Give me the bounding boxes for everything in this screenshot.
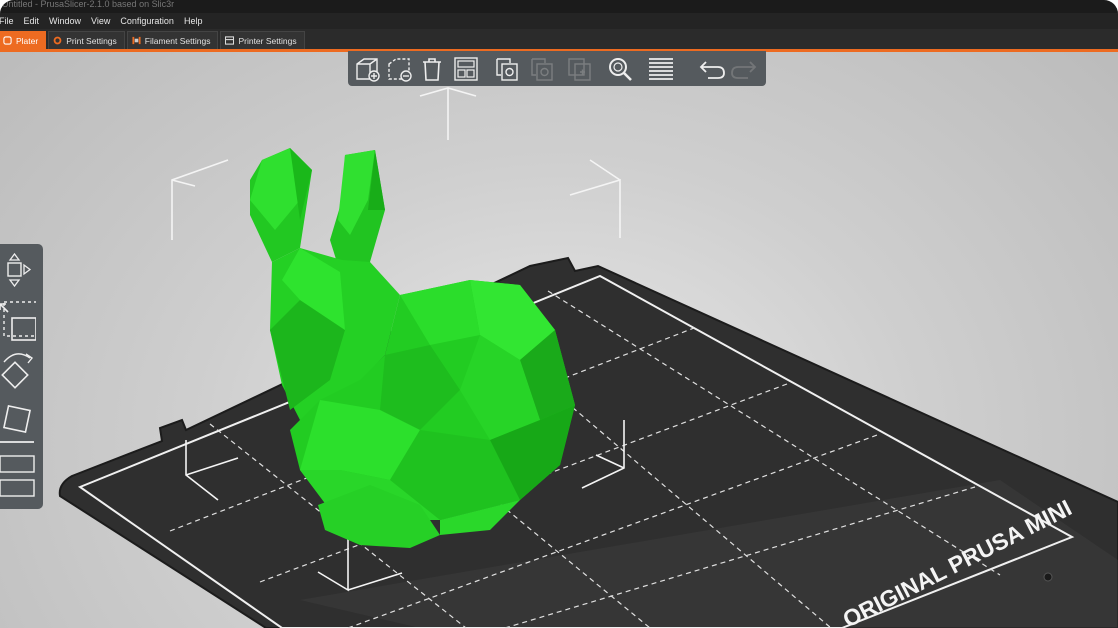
window-title-bar: Untitled - PrusaSlicer-2.1.0 based on Sl…	[0, 0, 1118, 13]
support-painting-tool[interactable]	[0, 472, 36, 516]
tab-print-settings-label: Print Settings	[66, 35, 117, 46]
place-on-face-tool[interactable]	[0, 402, 36, 446]
plater-icon	[3, 36, 12, 45]
scale-icon	[0, 301, 39, 341]
window-title: Untitled - PrusaSlicer-2.1.0 based on Sl…	[2, 0, 175, 9]
menu-help[interactable]: Help	[182, 16, 203, 26]
search-icon	[609, 58, 632, 81]
move-tool[interactable]	[0, 248, 36, 292]
layers-editing-icon	[649, 58, 673, 80]
rotate-icon	[1, 353, 34, 389]
tab-bar: Plater Print Settings Filament Settings …	[0, 29, 1118, 52]
delete-icon	[388, 58, 412, 82]
add-instance-button[interactable]	[566, 55, 594, 83]
printer-icon	[225, 36, 235, 45]
rotate-tool[interactable]	[0, 348, 36, 392]
copy-icon	[496, 58, 518, 81]
tab-filament-settings[interactable]: Filament Settings	[126, 31, 219, 49]
menu-window[interactable]: Window	[47, 16, 81, 26]
layers-editing-button[interactable]	[647, 55, 675, 83]
paste-button[interactable]	[528, 55, 556, 83]
3d-scene[interactable]: ORIGINAL PRUSA MINI	[0, 52, 1118, 628]
undo-icon	[699, 61, 725, 79]
spool-icon	[132, 36, 141, 45]
menu-file[interactable]: File	[0, 16, 14, 26]
app-window: Untitled - PrusaSlicer-2.1.0 based on Sl…	[0, 0, 1118, 628]
scale-tool[interactable]	[0, 298, 39, 342]
menu-edit[interactable]: Edit	[22, 16, 40, 26]
support-painting-icon	[0, 479, 35, 497]
tab-plater[interactable]: Plater	[0, 31, 47, 49]
menu-bar: File Edit Window View Configuration Help	[0, 13, 1118, 29]
place-on-face-icon	[0, 405, 34, 443]
tab-plater-label: Plater	[16, 35, 39, 46]
delete-button[interactable]	[386, 55, 414, 83]
delete-all-icon	[423, 58, 441, 81]
tab-filament-settings-label: Filament Settings	[144, 35, 211, 46]
copy-button[interactable]	[493, 55, 521, 83]
add-button[interactable]	[354, 55, 382, 83]
arrange-button[interactable]	[452, 55, 480, 83]
instance-add-icon	[568, 58, 591, 81]
redo-button[interactable]	[730, 55, 758, 83]
redo-icon	[731, 61, 757, 79]
move-icon	[7, 252, 32, 288]
top-toolbar	[348, 51, 766, 86]
tab-printer-settings[interactable]: Printer Settings	[220, 31, 305, 49]
menu-configuration[interactable]: Configuration	[118, 16, 174, 26]
tab-printer-settings-label: Printer Settings	[238, 35, 297, 46]
add-icon	[356, 58, 380, 82]
paste-icon	[531, 58, 553, 81]
tab-print-settings[interactable]: Print Settings	[48, 31, 125, 49]
cog-icon	[53, 36, 62, 45]
search-button[interactable]	[606, 55, 634, 83]
undo-button[interactable]	[698, 55, 726, 83]
menu-view[interactable]: View	[89, 16, 110, 26]
bed-mount-hole	[1043, 572, 1053, 582]
delete-all-button[interactable]	[418, 55, 446, 83]
arrange-icon	[454, 57, 478, 81]
gizmo-sidebar	[0, 244, 43, 509]
